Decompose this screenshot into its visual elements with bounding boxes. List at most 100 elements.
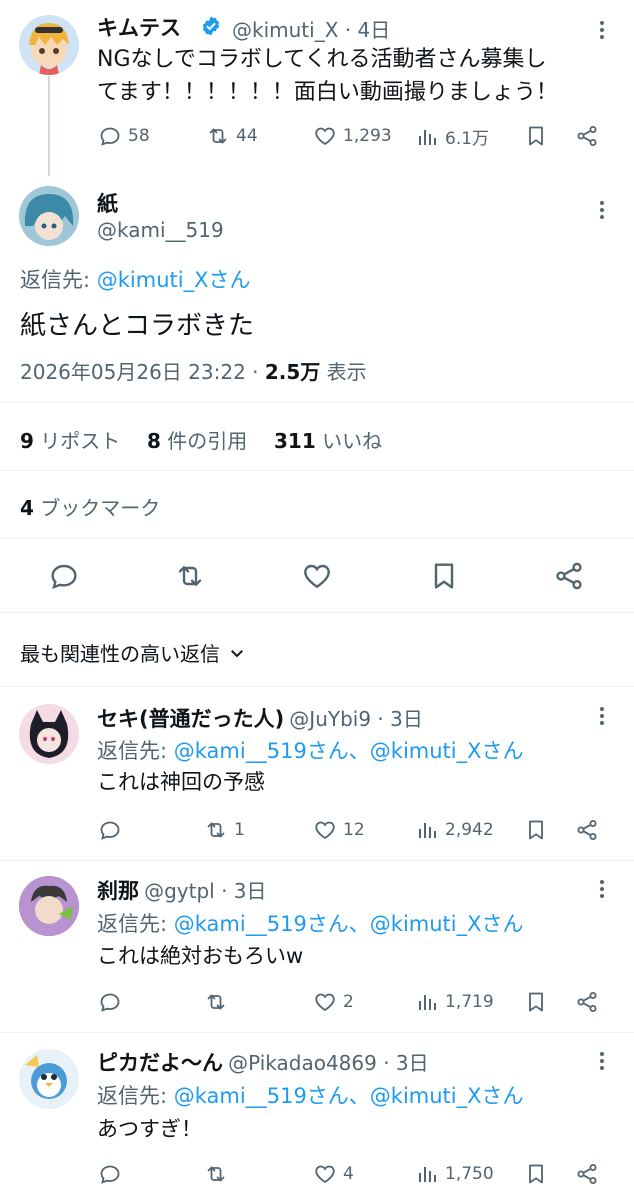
like-button[interactable]: 2: [313, 990, 354, 1014]
reply-button[interactable]: [98, 990, 128, 1014]
reply-header: セキ(普通だった人) @JuYbi9 · 3日: [97, 703, 423, 733]
repost-button[interactable]: 1: [204, 818, 245, 842]
likes-stat[interactable]: 311 いいね: [274, 429, 382, 453]
reply-to-link[interactable]: @kami__519さん、@kimuti_Xさん: [174, 739, 524, 763]
views-button[interactable]: 2,942: [415, 818, 494, 842]
repost-button[interactable]: [204, 1162, 234, 1186]
reply-icon: [98, 124, 122, 148]
views-count: 2.5万: [264, 360, 321, 384]
repost-icon: [204, 1162, 228, 1186]
timestamp[interactable]: 2026年05月26日 23:22 ·: [20, 360, 265, 384]
like-button[interactable]: [301, 560, 333, 596]
author-name[interactable]: セキ(普通だった人): [97, 707, 284, 731]
reply-to-link[interactable]: @kimuti_Xさん: [97, 268, 251, 292]
more-options-icon[interactable]: [600, 707, 604, 725]
bookmark-icon: [524, 124, 548, 148]
chevron-down-icon: [231, 649, 243, 657]
more-options-icon[interactable]: [600, 880, 604, 898]
reply-icon: [48, 560, 80, 592]
share-button[interactable]: [575, 124, 599, 148]
more-options-icon[interactable]: [600, 201, 604, 219]
share-icon: [575, 124, 599, 148]
bookmark-button[interactable]: [524, 1162, 548, 1186]
repost-button[interactable]: [204, 990, 234, 1014]
reply-to-link[interactable]: @kami__519さん、@kimuti_Xさん: [174, 1084, 524, 1108]
reply-icon: [98, 990, 122, 1014]
avatar[interactable]: [19, 186, 79, 246]
share-icon: [575, 990, 599, 1014]
heart-icon: [301, 560, 333, 592]
author-name[interactable]: キムテス: [97, 12, 181, 42]
bookmark-button[interactable]: [524, 990, 548, 1014]
divider: [0, 686, 634, 687]
share-button[interactable]: [575, 818, 599, 842]
share-icon: [575, 1162, 599, 1186]
views-icon: [415, 818, 439, 842]
reply-icon: [98, 818, 122, 842]
author-name[interactable]: 刹那: [97, 879, 139, 903]
repost-button[interactable]: [174, 560, 206, 596]
like-button[interactable]: 12: [313, 818, 365, 842]
reply-text: これは神回の予感: [97, 770, 265, 794]
author-handle[interactable]: @JuYbi9 · 3日: [289, 707, 423, 731]
tweet-text: 紙さんとコラボきた: [20, 311, 255, 341]
heart-icon: [313, 124, 337, 148]
reply-button[interactable]: [48, 560, 80, 596]
bookmark-button[interactable]: [524, 818, 548, 842]
heart-icon: [313, 990, 337, 1014]
repost-icon: [204, 818, 228, 842]
reply-text: これは絶対おもろいw: [97, 944, 304, 968]
stats-row: 9 リポスト 8 件の引用 311 いいね: [20, 425, 382, 454]
more-options-icon[interactable]: [600, 21, 604, 39]
heart-icon: [313, 1162, 337, 1186]
repost-button[interactable]: 44: [206, 124, 258, 148]
bookmarks-stat[interactable]: 4 ブックマーク: [20, 492, 160, 521]
divider: [0, 612, 634, 613]
bookmark-button[interactable]: [524, 124, 548, 148]
share-icon: [553, 560, 585, 592]
reply-to: 返信先: @kami__519さん、@kimuti_Xさん: [97, 739, 524, 763]
author-handle[interactable]: @kimuti_X · 4日: [232, 14, 390, 43]
repost-icon: [174, 560, 206, 592]
views-button[interactable]: 6.1万: [415, 124, 489, 149]
reply-to: 返信先: @kimuti_Xさん: [20, 268, 251, 292]
avatar[interactable]: [19, 704, 79, 764]
like-button[interactable]: 1,293: [313, 124, 392, 148]
avatar[interactable]: [19, 1049, 79, 1109]
reply-button[interactable]: [98, 818, 128, 842]
thread-line: [48, 76, 50, 176]
bookmark-icon: [524, 990, 548, 1014]
views-button[interactable]: 1,750: [415, 1162, 494, 1186]
reply-button[interactable]: 58: [98, 124, 150, 148]
reposts-stat[interactable]: 9 リポスト: [20, 429, 120, 453]
divider: [0, 1032, 634, 1033]
share-button[interactable]: [575, 990, 599, 1014]
bookmark-button[interactable]: [428, 560, 460, 596]
author-handle[interactable]: @Pikadao4869 · 3日: [228, 1051, 429, 1075]
author-handle[interactable]: @kami__519: [97, 218, 224, 242]
views-icon: [415, 990, 439, 1014]
share-button[interactable]: [553, 560, 585, 596]
reply-icon: [98, 1162, 122, 1186]
repost-icon: [204, 990, 228, 1014]
reply-to: 返信先: @kami__519さん、@kimuti_Xさん: [97, 912, 524, 936]
views-button[interactable]: 1,719: [415, 990, 494, 1014]
like-button[interactable]: 4: [313, 1162, 354, 1186]
avatar[interactable]: [19, 15, 79, 75]
sort-replies-dropdown[interactable]: 最も関連性の高い返信: [20, 638, 246, 667]
divider: [0, 470, 634, 471]
quotes-stat[interactable]: 8 件の引用: [147, 429, 247, 453]
author-name[interactable]: ピカだよ〜ん: [97, 1051, 223, 1075]
reply-button[interactable]: [98, 1162, 128, 1186]
tweet-text-line1: NGなしでコラボしてくれる活動者さん募集し: [97, 47, 547, 72]
timestamp: 4日: [357, 18, 391, 42]
avatar[interactable]: [19, 876, 79, 936]
share-icon: [575, 818, 599, 842]
author-name[interactable]: 紙: [97, 188, 118, 218]
share-button[interactable]: [575, 1162, 599, 1186]
bookmark-icon: [524, 1162, 548, 1186]
author-handle[interactable]: @gytpl · 3日: [144, 879, 266, 903]
verified-badge-icon: [200, 15, 222, 41]
more-options-icon[interactable]: [600, 1052, 604, 1070]
reply-to-link[interactable]: @kami__519さん、@kimuti_Xさん: [174, 912, 524, 936]
